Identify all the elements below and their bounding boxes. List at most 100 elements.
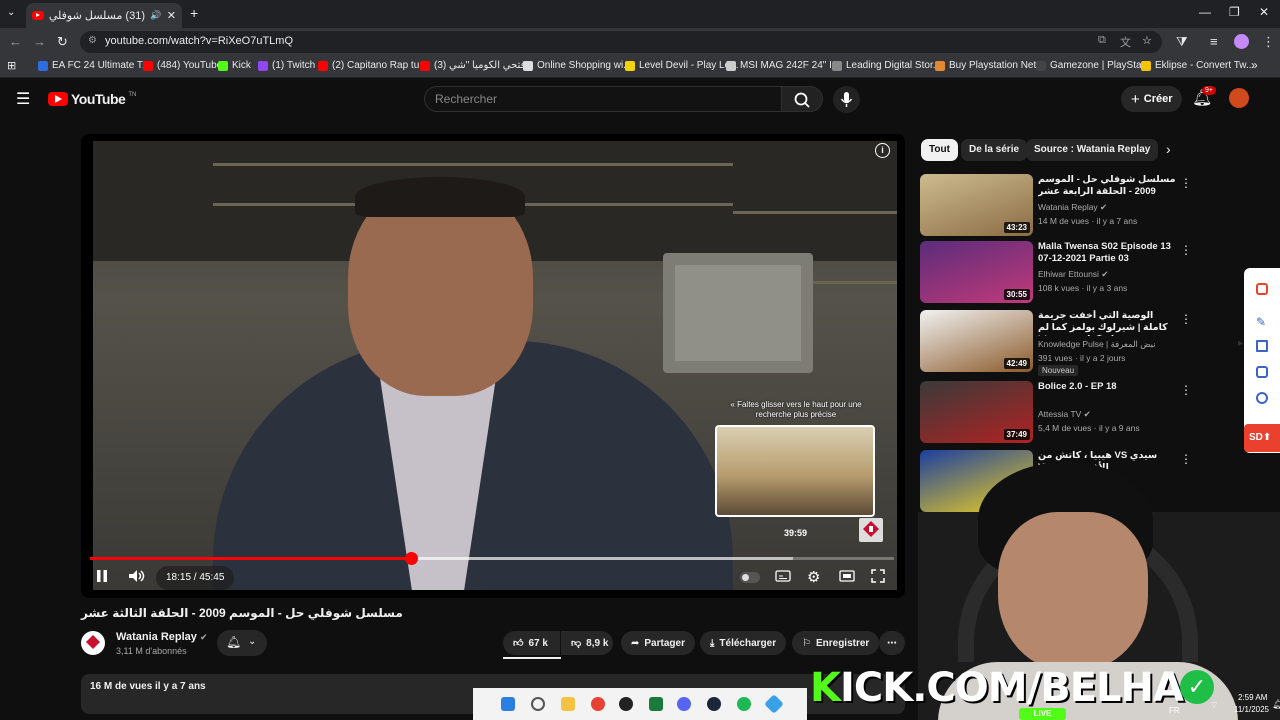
file-explorer-icon[interactable] bbox=[561, 697, 575, 711]
browser-menu-icon[interactable]: ⋮ bbox=[1262, 34, 1275, 50]
dislike-button[interactable]: 👎︎ 8,9 k bbox=[561, 631, 613, 655]
recommendation-thumbnail[interactable]: 30:55 bbox=[920, 241, 1033, 303]
subtitles-button[interactable] bbox=[775, 569, 791, 586]
reload-icon[interactable]: ↻ bbox=[57, 34, 68, 50]
sd-button[interactable]: SD⬆ bbox=[1244, 424, 1280, 452]
bookmark-item[interactable]: (2) Capitano Rap tu... bbox=[318, 60, 428, 71]
browser-tab-active[interactable]: (31) مسلسل شوفلي حل - ال... 🔊 ✕ bbox=[26, 3, 182, 28]
more-bookmarks-icon[interactable]: » bbox=[1251, 58, 1258, 72]
chrome-icon[interactable] bbox=[591, 697, 605, 711]
bookmark-item[interactable]: Online Shopping wi... bbox=[523, 60, 632, 71]
game-app-icon[interactable] bbox=[649, 697, 663, 711]
volume-button[interactable] bbox=[128, 569, 146, 586]
recommendation-channel[interactable]: Elhiwar Ettounsi ✔ bbox=[1038, 269, 1108, 280]
bookmark-item[interactable]: (3) فتحي الكوميا "شي... bbox=[420, 60, 534, 71]
chip-all[interactable]: Tout bbox=[921, 139, 958, 161]
media-control-icon[interactable]: ≡ bbox=[1210, 34, 1218, 49]
hamburger-menu-icon[interactable]: ☰ bbox=[16, 89, 30, 109]
recommendation-title[interactable]: Malla Twensa S02 Episode 13 07-12-2021 P… bbox=[1038, 241, 1178, 265]
bookmark-item[interactable]: Gamezone | PlaySta... bbox=[1036, 60, 1150, 71]
bookmark-star-icon[interactable]: ☆ bbox=[1142, 34, 1152, 47]
chip-series[interactable]: De la série bbox=[961, 139, 1028, 161]
rectangle-icon[interactable] bbox=[1256, 340, 1268, 352]
recommendation-menu-icon[interactable]: ⋮ bbox=[1180, 176, 1192, 190]
share-button[interactable]: ➦ Partager bbox=[621, 631, 695, 655]
recommendation-item[interactable]: 30:55 Malla Twensa S02 Episode 13 07-12-2… bbox=[920, 241, 1192, 305]
settings-gear-icon[interactable]: ⚙ bbox=[807, 568, 820, 586]
clock-time[interactable]: 2:59 AM bbox=[1238, 693, 1267, 702]
pause-button[interactable] bbox=[96, 569, 108, 586]
wifi-icon[interactable]: ⌔ bbox=[1210, 700, 1218, 711]
steam-icon[interactable] bbox=[707, 697, 721, 711]
bookmark-item[interactable]: (484) YouTube bbox=[143, 60, 222, 71]
recommendation-title[interactable]: مسلسل شوفلي حل - الموسم 2009 - الحلقة ال… bbox=[1038, 174, 1178, 198]
new-tab-button[interactable]: + bbox=[190, 5, 198, 21]
save-button[interactable]: ⚐ Enregistrer bbox=[792, 631, 880, 655]
bookmark-item[interactable]: Eklipse - Convert Tw... bbox=[1141, 60, 1254, 71]
create-button[interactable]: + Créer bbox=[1121, 86, 1182, 112]
forward-icon[interactable]: → bbox=[33, 34, 46, 49]
theater-mode-button[interactable] bbox=[839, 569, 855, 586]
bookmark-item[interactable]: Buy Playstation Net... bbox=[935, 60, 1045, 71]
minimize-icon[interactable]: — bbox=[1199, 5, 1211, 19]
tab-close-icon[interactable]: ✕ bbox=[167, 9, 176, 22]
recommendation-title[interactable]: الوصية التي أخفت جريمة كاملة | شيرلوك بو… bbox=[1038, 310, 1178, 336]
panel-toggle-icon[interactable]: ▸ bbox=[1238, 338, 1243, 349]
pen-icon[interactable]: ✎ bbox=[1256, 315, 1266, 329]
url-bar[interactable]: ⚙ youtube.com/watch?v=RiXeO7uTLmQ ⧉ 文 ☆ bbox=[80, 31, 1162, 53]
voice-search-button[interactable] bbox=[833, 86, 860, 113]
obs-icon[interactable] bbox=[619, 697, 633, 711]
youtube-logo[interactable]: YouTube TN bbox=[48, 91, 136, 107]
crop-icon[interactable] bbox=[1256, 366, 1268, 378]
like-button[interactable]: 👍︎ 67 k bbox=[503, 631, 560, 655]
download-button[interactable]: ⤓ Télécharger bbox=[700, 631, 787, 655]
info-icon[interactable]: i bbox=[875, 143, 890, 158]
search-input[interactable]: Rechercher bbox=[424, 86, 782, 112]
apps-grid-icon[interactable]: ⊞ bbox=[7, 59, 16, 72]
install-app-icon[interactable]: ⧉ bbox=[1098, 34, 1106, 47]
clock-date[interactable]: 11/1/2025 bbox=[1234, 705, 1269, 714]
discord-icon[interactable] bbox=[677, 697, 691, 711]
channel-name[interactable]: Watania Replay ✔ bbox=[116, 631, 208, 643]
recommendation-title[interactable]: Bolice 2.0 - EP 18 bbox=[1038, 381, 1178, 393]
chip-source[interactable]: Source : Watania Replay bbox=[1026, 139, 1159, 161]
fullscreen-button[interactable] bbox=[871, 569, 885, 586]
autoplay-toggle[interactable] bbox=[740, 572, 760, 583]
translate-icon[interactable]: 文 bbox=[1120, 34, 1131, 50]
notifications-button[interactable]: 🔔︎ 9+ bbox=[1192, 86, 1216, 108]
bookmark-item[interactable]: Kick bbox=[218, 60, 251, 71]
video-player[interactable]: i « Faites glisser vers le haut pour une… bbox=[81, 134, 905, 598]
recommendation-menu-icon[interactable]: ⋮ bbox=[1180, 243, 1192, 257]
recommendation-item[interactable]: 42:49 الوصية التي أخفت جريمة كاملة | شيرل… bbox=[920, 310, 1192, 376]
extension-open-icon[interactable] bbox=[1256, 283, 1268, 295]
site-info-icon[interactable]: ⚙ bbox=[88, 35, 97, 46]
recommendation-channel[interactable]: Attessia TV ✔ bbox=[1038, 409, 1091, 420]
recommendation-channel[interactable]: Watania Replay ✔ bbox=[1038, 202, 1107, 213]
recommendation-menu-icon[interactable]: ⋮ bbox=[1180, 383, 1192, 397]
app-diamond-icon[interactable] bbox=[764, 694, 784, 714]
video-frame[interactable] bbox=[93, 141, 897, 590]
account-avatar[interactable] bbox=[1229, 88, 1249, 108]
notification-center-icon[interactable]: 🔔︎ bbox=[1272, 699, 1280, 710]
recommendation-item[interactable]: 37:49 Bolice 2.0 - EP 18 Attessia TV ✔ 5,4 … bbox=[920, 381, 1192, 445]
recommendation-thumbnail[interactable]: 42:49 bbox=[920, 310, 1033, 372]
bookmark-item[interactable]: Leading Digital Stor... bbox=[832, 60, 941, 71]
restore-icon[interactable]: ❐ bbox=[1229, 5, 1240, 19]
window-close-icon[interactable]: ✕ bbox=[1259, 5, 1269, 19]
windows-start-icon[interactable] bbox=[501, 697, 515, 711]
recommendation-menu-icon[interactable]: ⋮ bbox=[1180, 312, 1192, 326]
recommendation-thumbnail[interactable]: 37:49 bbox=[920, 381, 1033, 443]
bookmark-item[interactable]: EA FC 24 Ultimate T... bbox=[38, 60, 150, 71]
tab-search-icon[interactable]: ⌄ bbox=[7, 7, 15, 18]
recommendation-thumbnail[interactable]: 43:23 bbox=[920, 174, 1033, 236]
more-actions-button[interactable]: ⋯ bbox=[879, 631, 905, 655]
channel-avatar[interactable] bbox=[81, 631, 105, 655]
extensions-icon[interactable]: ⧩ bbox=[1176, 34, 1188, 50]
input-language[interactable]: FR bbox=[1169, 706, 1180, 715]
bookmark-item[interactable]: Level Devil - Play Le... bbox=[625, 60, 739, 71]
bookmark-item[interactable]: MSI MAG 242F 24" I... bbox=[726, 60, 840, 71]
target-icon[interactable] bbox=[1256, 392, 1268, 404]
spotify-icon[interactable] bbox=[737, 697, 751, 711]
bookmark-item[interactable]: (1) Twitch bbox=[258, 60, 315, 71]
subscription-bell-button[interactable]: 🔔︎ ⌄ bbox=[217, 630, 267, 656]
